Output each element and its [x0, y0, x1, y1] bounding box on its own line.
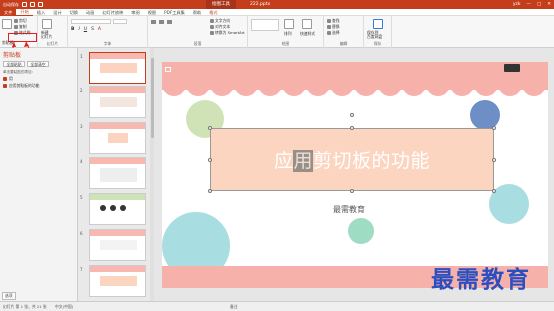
slide-number: 7 — [80, 267, 83, 272]
slide-thumbnail[interactable] — [89, 265, 146, 297]
slide-number: 2 — [80, 88, 83, 93]
slide-thumbnail[interactable] — [89, 86, 146, 118]
clipboard-item-icon — [3, 84, 7, 88]
clipboard-hint: 单击要粘贴的项目: — [3, 70, 33, 74]
clear-all-button[interactable]: 全部清空 — [27, 61, 49, 67]
slide-thumbnail[interactable] — [89, 193, 146, 225]
status-bar: 幻灯片 第 1 张，共 21 张 中文(中国) 备注 — [0, 301, 554, 311]
clipboard-pane: 剪贴板 全部粘贴 全部清空 单击要粘贴的项目: 用 应用剪贴板的功能 选项 — [0, 48, 78, 301]
slide-subtitle[interactable]: 最需教育 — [333, 204, 365, 215]
resize-handle[interactable] — [350, 126, 354, 130]
clipboard-pane-title: 剪贴板 — [3, 52, 22, 59]
slide-corner-icon — [165, 67, 171, 72]
slide-title[interactable]: 应用剪切板的功能 — [274, 146, 430, 173]
slide-number: 4 — [80, 159, 83, 164]
clipboard-item[interactable]: 用 — [3, 76, 13, 82]
camera-icon — [504, 64, 520, 72]
rotate-handle[interactable] — [350, 113, 354, 117]
current-slide[interactable]: 应用剪切板的功能 最需教育 — [162, 62, 548, 288]
clipboard-item[interactable]: 应用剪贴板的功能 — [3, 83, 39, 89]
paste-all-button[interactable]: 全部粘贴 — [3, 61, 25, 67]
slide-thumbnail[interactable] — [89, 157, 146, 189]
watermark: 最需教育 — [431, 266, 531, 293]
slide-thumbnails-pane: 1 2 3 4 5 6 7 — [78, 48, 150, 301]
title-textbox[interactable]: 应用剪切板的功能 — [210, 128, 494, 191]
slide-number: 6 — [80, 231, 83, 236]
selected-text[interactable]: 用 — [293, 150, 313, 172]
language-indicator[interactable]: 中文(中国) — [55, 304, 73, 310]
slide-thumbnail[interactable] — [89, 52, 146, 84]
notes-button[interactable]: 备注 — [230, 304, 238, 310]
resize-handle[interactable] — [208, 189, 212, 193]
resize-handle[interactable] — [492, 158, 496, 162]
clipboard-item-icon — [3, 77, 7, 81]
mint-circle-decoration — [348, 218, 374, 244]
resize-handle[interactable] — [208, 158, 212, 162]
resize-handle[interactable] — [492, 126, 496, 130]
blue-circle-decoration — [470, 100, 500, 130]
resize-handle[interactable] — [492, 189, 496, 193]
resize-handle[interactable] — [350, 189, 354, 193]
slide-number: 1 — [80, 54, 83, 59]
slide-number: 3 — [80, 124, 83, 129]
slide-counter: 幻灯片 第 1 张，共 21 张 — [3, 304, 47, 309]
slide-thumbnail[interactable] — [89, 229, 146, 261]
slide-thumbnail[interactable] — [89, 122, 146, 154]
clipboard-options-button[interactable]: 选项 — [2, 292, 16, 300]
slide-number: 5 — [80, 195, 83, 200]
resize-handle[interactable] — [208, 126, 212, 130]
